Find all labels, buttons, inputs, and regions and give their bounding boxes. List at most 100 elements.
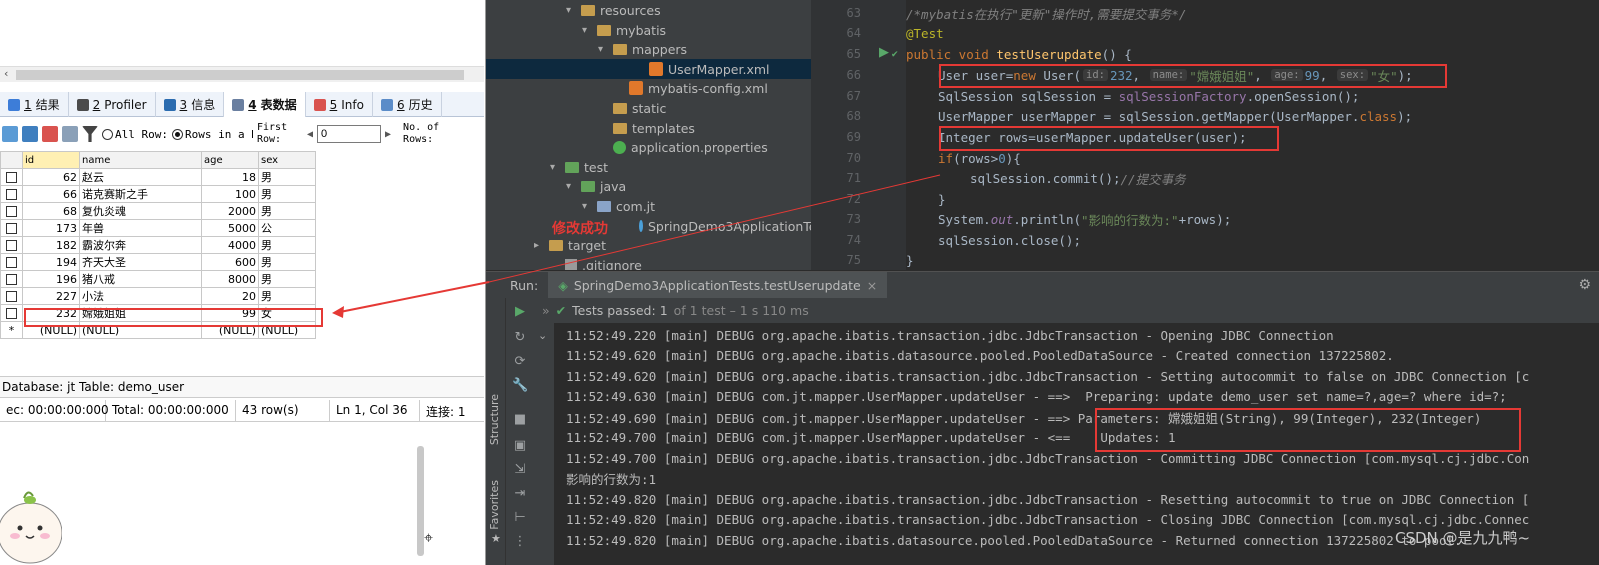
tab-profiler[interactable]: 2 Profiler <box>69 92 156 117</box>
tree-item[interactable]: ▾ java <box>486 176 811 196</box>
scrollbar-thumb[interactable] <box>16 70 464 80</box>
column-header-age[interactable]: age <box>201 151 259 169</box>
vertical-scrollbar[interactable] <box>417 446 424 556</box>
cell-age[interactable]: 4000 <box>201 236 259 254</box>
chevron-icon[interactable]: ▾ <box>582 25 592 36</box>
cell-sex[interactable]: 男 <box>258 168 316 186</box>
cell-name[interactable]: 猪八戒 <box>79 270 202 288</box>
gear-icon[interactable]: ⚙ <box>1578 277 1591 293</box>
row-checkbox[interactable] <box>6 172 17 183</box>
row-checkbox[interactable] <box>6 189 17 200</box>
row-checkbox[interactable] <box>6 240 17 251</box>
refresh-icon[interactable] <box>2 126 18 142</box>
table-row[interactable]: 68 复仇炎魂 2000 男 <box>0 202 316 220</box>
tree-item[interactable]: .gitignore <box>486 255 811 270</box>
delete-row-icon[interactable] <box>42 126 58 142</box>
table-row[interactable]: 182 霸波尔奔 4000 男 <box>0 236 316 254</box>
cell-sex[interactable]: 男 <box>258 185 316 203</box>
chevron-down-icon[interactable]: ⌄ <box>538 329 547 342</box>
table-row[interactable]: 227 小法 20 男 <box>0 287 316 305</box>
cell-id[interactable]: 227 <box>22 287 80 305</box>
cell-name[interactable]: 小法 <box>79 287 202 305</box>
cell-name[interactable]: 齐天大圣 <box>79 253 202 271</box>
chevron-icon[interactable]: ▾ <box>550 162 560 173</box>
column-header-name[interactable]: name <box>79 151 202 169</box>
column-header-sex[interactable]: sex <box>258 151 316 169</box>
cell-id[interactable]: 182 <box>22 236 80 254</box>
collapse-all-icon[interactable]: » <box>542 303 550 318</box>
chevron-icon[interactable]: ▾ <box>566 5 576 16</box>
column-header-id[interactable]: id <box>22 151 80 169</box>
tree-item[interactable]: ▸ target <box>486 235 811 255</box>
cell-name[interactable]: 复仇炎魂 <box>79 202 202 220</box>
tab-history[interactable]: 6 历史 <box>373 92 442 117</box>
scroll-left-arrow-icon[interactable]: ‹ <box>4 67 8 80</box>
tree-item[interactable]: ▾ com.jt <box>486 196 811 216</box>
tab-table-data[interactable]: 4 表数据 <box>224 92 306 117</box>
cell-age[interactable]: 8000 <box>201 270 259 288</box>
tree-item[interactable]: mybatis-config.xml <box>486 78 811 98</box>
camera-icon[interactable]: ▣ <box>512 438 528 454</box>
spin-left-icon[interactable]: ◀ <box>307 129 313 140</box>
row-checkbox[interactable] <box>6 308 17 319</box>
tab-info-chart[interactable]: 5 Info <box>306 92 373 117</box>
table-row[interactable]: 173 年兽 5000 公 <box>0 219 316 237</box>
pin-icon[interactable]: ⊢ <box>512 510 528 526</box>
cell-age[interactable]: 18 <box>201 168 259 186</box>
spin-right-icon[interactable]: ▶ <box>385 129 391 140</box>
tree-item[interactable]: ▾ resources <box>486 0 811 20</box>
cell-name[interactable]: 诺克赛斯之手 <box>79 185 202 203</box>
tab-result-grid[interactable]: 1 结果 <box>0 92 69 117</box>
cell-name[interactable]: 霸波尔奔 <box>79 236 202 254</box>
radio-all-rows[interactable] <box>102 128 113 140</box>
cell-name[interactable]: 年兽 <box>79 219 202 237</box>
row-checkbox[interactable] <box>6 291 17 302</box>
import-icon[interactable]: ⇲ <box>512 462 528 478</box>
filter-icon[interactable] <box>82 126 98 142</box>
row-checkbox[interactable] <box>6 223 17 234</box>
cell-id[interactable]: 66 <box>22 185 80 203</box>
cell-id[interactable]: 173 <box>22 219 80 237</box>
run-test-gutter-icon[interactable]: ▶ <box>879 45 889 60</box>
cell-age[interactable]: 600 <box>201 253 259 271</box>
row-checkbox[interactable] <box>6 206 17 217</box>
tree-item[interactable]: ▾ mappers <box>486 39 811 59</box>
tab-info[interactable]: 3 信息 <box>156 92 225 117</box>
cell-id[interactable]: 62 <box>22 168 80 186</box>
cell-age[interactable]: 20 <box>201 287 259 305</box>
cell-sex[interactable]: 男 <box>258 202 316 220</box>
cell-sex[interactable]: 男 <box>258 287 316 305</box>
structure-tab[interactable]: Structure <box>488 394 501 445</box>
close-tab-icon[interactable]: × <box>867 278 877 293</box>
tree-item[interactable]: UserMapper.xml <box>486 59 811 79</box>
table-row[interactable]: 66 诺克赛斯之手 100 男 <box>0 185 316 203</box>
horizontal-scrollbar[interactable]: ‹ <box>0 66 484 82</box>
run-config-tab[interactable]: ◈ SpringDemo3ApplicationTests.testUserup… <box>548 271 888 299</box>
chevron-icon[interactable]: ▾ <box>598 44 608 55</box>
table-row[interactable]: 62 赵云 18 男 <box>0 168 316 186</box>
wrench-icon[interactable]: 🔧 <box>512 378 528 394</box>
tree-item[interactable]: ▾ test <box>486 157 811 177</box>
stop-icon[interactable]: ■ <box>512 412 528 428</box>
radio-range-rows[interactable] <box>171 128 183 140</box>
more-icon[interactable]: ⋮ <box>512 534 528 550</box>
table-row[interactable]: 194 齐天大圣 600 男 <box>0 253 316 271</box>
cell-id[interactable]: 194 <box>22 253 80 271</box>
tree-item[interactable]: SpringDemo3ApplicationTests <box>486 216 811 236</box>
cell-age[interactable]: 2000 <box>201 202 259 220</box>
chevron-icon[interactable]: ▸ <box>534 240 544 251</box>
chevron-icon[interactable]: ▾ <box>566 181 576 192</box>
favorites-tab[interactable]: Favorites <box>488 480 501 530</box>
cell-sex[interactable]: 公 <box>258 219 316 237</box>
cell-sex[interactable]: 男 <box>258 270 316 288</box>
tree-item[interactable]: application.properties <box>486 137 811 157</box>
cell-sex[interactable]: 男 <box>258 236 316 254</box>
table-row[interactable]: 196 猪八戒 8000 男 <box>0 270 316 288</box>
rerun-failed-icon[interactable]: ↻ <box>512 330 528 346</box>
row-checkbox[interactable] <box>6 257 17 268</box>
cell-name[interactable]: 赵云 <box>79 168 202 186</box>
cell-id[interactable]: 196 <box>22 270 80 288</box>
star-icon[interactable]: ★ <box>491 532 501 545</box>
rerun-icon[interactable]: ▶ <box>512 304 528 320</box>
toggle-auto-test-icon[interactable]: ⟳ <box>512 354 528 370</box>
